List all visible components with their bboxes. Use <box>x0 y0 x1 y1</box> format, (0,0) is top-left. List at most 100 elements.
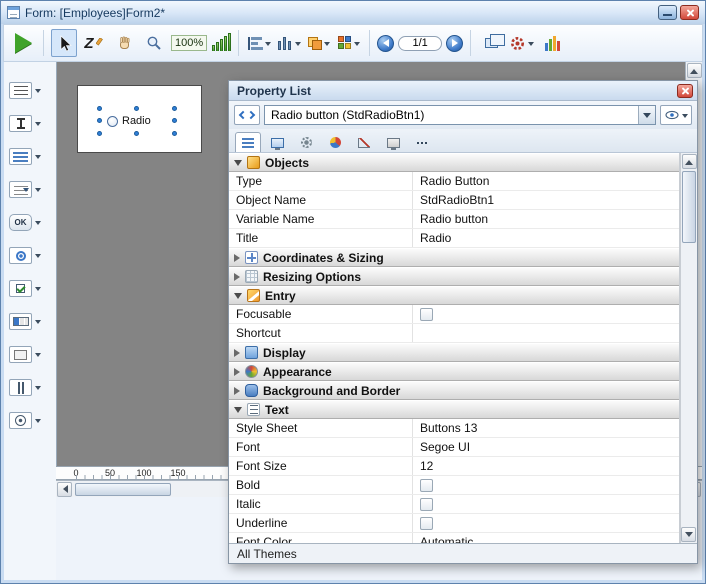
section-appearance[interactable]: Appearance <box>229 362 679 381</box>
tool-list-box[interactable] <box>4 140 56 173</box>
property-list-titlebar[interactable]: Property List <box>229 81 697 101</box>
radio-button-menu-caret[interactable] <box>35 254 41 261</box>
selection-handle[interactable] <box>134 131 139 136</box>
property-row-type[interactable]: TypeRadio Button <box>229 172 679 191</box>
property-row-font-color[interactable]: Font ColorAutomatic <box>229 533 679 543</box>
object-select-dropdown[interactable]: Radio button (StdRadioBtn1) <box>264 105 656 125</box>
property-list-close-button[interactable] <box>677 84 693 98</box>
tool-button[interactable]: OK <box>4 206 56 239</box>
scroll-up-button[interactable] <box>682 154 697 169</box>
combo-box-menu-caret[interactable] <box>35 188 41 195</box>
property-value-font[interactable]: Segoe UI <box>413 438 679 456</box>
scroll-left-button[interactable] <box>57 482 72 497</box>
property-value-focusable[interactable] <box>413 305 679 323</box>
property-value-underline[interactable] <box>413 514 679 532</box>
tab-graph[interactable] <box>351 132 377 152</box>
tab-settings[interactable] <box>293 132 319 152</box>
tab-more[interactable] <box>409 132 435 152</box>
property-row-bold[interactable]: Bold <box>229 476 679 495</box>
select-tool-button[interactable] <box>51 29 77 57</box>
input-menu-caret[interactable] <box>35 122 41 129</box>
scroll-down-button[interactable] <box>681 527 696 542</box>
next-page-button[interactable] <box>446 35 463 52</box>
entry-order-tool-button[interactable]: Z <box>81 29 107 57</box>
execute-form-button[interactable] <box>10 29 36 57</box>
collapse-triangle-icon[interactable] <box>234 293 242 299</box>
expand-triangle-icon[interactable] <box>234 254 240 262</box>
property-row-variable-name[interactable]: Variable NameRadio button <box>229 210 679 229</box>
checkbox-menu-caret[interactable] <box>35 287 41 294</box>
selection-handle[interactable] <box>97 131 102 136</box>
property-value-bold[interactable] <box>413 476 679 494</box>
move-tool-button[interactable] <box>111 29 137 57</box>
level-tool-button[interactable] <box>306 29 332 57</box>
view-options-button[interactable] <box>660 105 692 125</box>
splitter-menu-caret[interactable] <box>35 386 41 393</box>
property-row-font[interactable]: FontSegoe UI <box>229 438 679 457</box>
property-value-italic[interactable] <box>413 495 679 513</box>
minimize-button[interactable] <box>658 5 677 20</box>
tab-chart[interactable] <box>322 132 348 152</box>
button-grid-menu-caret[interactable] <box>35 320 41 327</box>
tool-rectangle[interactable] <box>4 338 56 371</box>
property-value-object-name[interactable]: StdRadioBtn1 <box>413 191 679 209</box>
tool-checkbox[interactable] <box>4 272 56 305</box>
property-row-underline[interactable]: Underline <box>229 514 679 533</box>
section-objects[interactable]: Objects <box>229 153 679 172</box>
section-resizing-options[interactable]: Resizing Options <box>229 267 679 286</box>
scroll-up-button[interactable] <box>687 63 702 78</box>
scroll-thumb[interactable] <box>682 171 696 243</box>
radio-button-object[interactable]: Radio <box>99 108 175 134</box>
collapse-triangle-icon[interactable] <box>234 160 242 166</box>
expand-triangle-icon[interactable] <box>234 273 240 281</box>
property-value-font-size[interactable]: 12 <box>413 457 679 475</box>
property-row-focusable[interactable]: Focusable <box>229 305 679 324</box>
list-box-menu-caret[interactable] <box>35 155 41 162</box>
section-entry[interactable]: Entry <box>229 286 679 305</box>
align-menu-caret[interactable] <box>265 42 271 49</box>
static-text-menu-caret[interactable] <box>35 89 41 96</box>
distribute-menu-caret[interactable] <box>295 42 301 49</box>
previous-page-button[interactable] <box>377 35 394 52</box>
selection-handle[interactable] <box>97 106 102 111</box>
tool-tab-control[interactable] <box>4 404 56 437</box>
property-value-style-sheet[interactable]: Buttons 13 <box>413 419 679 437</box>
selection-handle[interactable] <box>172 106 177 111</box>
selection-handle[interactable] <box>172 131 177 136</box>
tool-splitter[interactable] <box>4 371 56 404</box>
distribute-tool-button[interactable] <box>276 29 302 57</box>
expand-triangle-icon[interactable] <box>234 387 240 395</box>
tool-radio-button[interactable] <box>4 239 56 272</box>
dropdown-button[interactable] <box>638 106 655 124</box>
selection-handle[interactable] <box>134 106 139 111</box>
section-display[interactable]: Display <box>229 343 679 362</box>
theme-filter-bar[interactable]: All Themes <box>229 543 697 563</box>
tab-properties[interactable] <box>235 132 261 152</box>
property-list-scrollbar[interactable] <box>680 153 697 543</box>
section-background-and-border[interactable]: Background and Border <box>229 381 679 400</box>
tool-button-grid[interactable] <box>4 305 56 338</box>
style-menu-caret[interactable] <box>354 42 360 49</box>
property-value-shortcut[interactable] <box>413 324 679 342</box>
property-row-shortcut[interactable]: Shortcut <box>229 324 679 343</box>
tool-combo-box[interactable] <box>4 173 56 206</box>
selection-handle[interactable] <box>172 118 177 123</box>
tab-display[interactable] <box>264 132 290 152</box>
align-tool-button[interactable] <box>246 29 272 57</box>
level-menu-caret[interactable] <box>324 42 330 49</box>
close-button[interactable] <box>680 5 699 20</box>
property-value-type[interactable]: Radio Button <box>413 172 679 190</box>
tab-screen[interactable] <box>380 132 406 152</box>
property-row-italic[interactable]: Italic <box>229 495 679 514</box>
property-value-title[interactable]: Radio <box>413 229 679 247</box>
zoom-bars[interactable] <box>212 33 231 51</box>
tool-static-text[interactable] <box>4 74 56 107</box>
section-coordinates-sizing[interactable]: Coordinates & Sizing <box>229 248 679 267</box>
underline-checkbox[interactable] <box>420 517 433 530</box>
button-menu-caret[interactable] <box>35 221 41 228</box>
bold-checkbox[interactable] <box>420 479 433 492</box>
tab-control-menu-caret[interactable] <box>35 419 41 426</box>
zoom-widget[interactable]: 100% <box>171 33 231 54</box>
object-navigation-button[interactable] <box>234 105 260 125</box>
horizontal-scroll-thumb[interactable] <box>75 483 171 496</box>
